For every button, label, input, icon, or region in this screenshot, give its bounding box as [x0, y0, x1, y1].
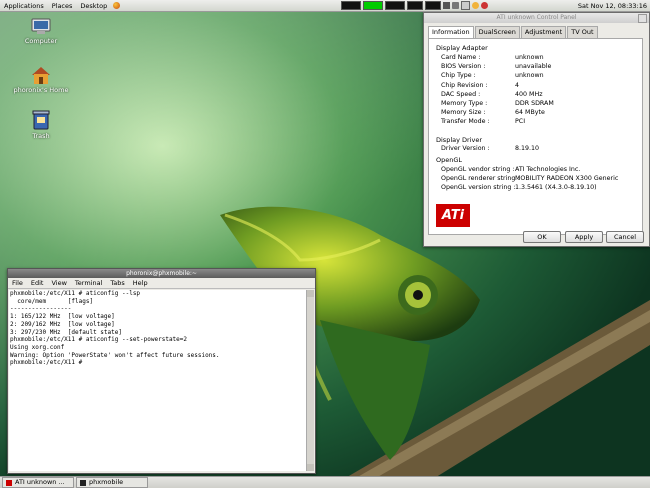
- terminal-line: 2: 209/162 MHz [low voltage]: [10, 320, 115, 328]
- terminal-line: 1: 165/122 MHz [low voltage]: [10, 313, 115, 321]
- terminal-window-icon: [80, 479, 86, 486]
- tab-tv-out[interactable]: TV Out: [567, 26, 598, 38]
- tab-dualscreen[interactable]: DualScreen: [474, 26, 520, 38]
- apply-button[interactable]: Apply: [565, 231, 603, 243]
- terminal-line: Warning: Option 'PowerState' won't affec…: [10, 351, 220, 359]
- cancel-button[interactable]: Cancel: [606, 231, 644, 243]
- window-title: phoronix@phxmobile:~: [126, 270, 197, 277]
- ati-window-icon: [6, 479, 12, 486]
- ati-control-panel-window: ATI unknown Control Panel Information Du…: [423, 12, 650, 247]
- terminal-line: 3: 297/230 MHz [default state]: [10, 328, 122, 336]
- taskbar-item-terminal[interactable]: phxmobile: [76, 477, 148, 488]
- taskbar-item-label: ATI unknown ...: [15, 478, 65, 486]
- desktop-icon-home[interactable]: phoronix's Home: [11, 65, 71, 94]
- info-key: OpenGL version string :: [441, 184, 516, 192]
- info-key: OpenGL vendor string :: [441, 166, 515, 173]
- window-title: ATI unknown Control Panel: [496, 14, 577, 21]
- scroll-up-icon[interactable]: [307, 290, 314, 297]
- system-monitor-applet[interactable]: [341, 1, 362, 10]
- menu-edit[interactable]: Edit: [27, 278, 48, 288]
- network-monitor-applet[interactable]: [407, 1, 424, 10]
- memory-monitor-applet[interactable]: [425, 1, 442, 10]
- info-key: BIOS Version :: [441, 63, 486, 71]
- info-value: 1.3.5461 (X4.3.0-8.19.10): [515, 184, 597, 192]
- cpu-monitor-applet[interactable]: [385, 1, 406, 10]
- terminal-line: core/mem [flags]: [10, 297, 94, 305]
- section-display-adapter: Display Adapter: [436, 44, 488, 52]
- menu-tabs[interactable]: Tabs: [106, 278, 128, 288]
- desktop-icon-computer[interactable]: Computer: [11, 18, 71, 45]
- info-value: 8.19.10: [515, 145, 540, 152]
- taskbar-item-label: phxmobile: [89, 478, 124, 486]
- weather-icon[interactable]: [472, 2, 480, 9]
- info-key: Memory Type :: [441, 100, 488, 107]
- info-value: unknown: [515, 54, 544, 61]
- info-key: Transfer Mode :: [441, 118, 490, 126]
- terminal-line: phxmobile:/etc/X11 #: [10, 359, 86, 367]
- notification-icon[interactable]: [481, 2, 489, 9]
- window-titlebar[interactable]: ATI unknown Control Panel: [424, 13, 649, 23]
- clock[interactable]: Sat Nov 12, 08:33:16: [578, 2, 650, 10]
- desktop-icon-label: Computer: [24, 37, 58, 45]
- info-value: MOBILITY RADEON X300 Generic: [515, 175, 619, 183]
- tab-adjustment[interactable]: Adjustment: [520, 26, 567, 38]
- info-value: unknown: [515, 72, 544, 80]
- info-value: 400 MHz: [515, 90, 543, 98]
- desktop-icon-label: phoronix's Home: [13, 86, 69, 94]
- bottom-panel: ATI unknown ... phxmobile: [0, 476, 650, 488]
- section-display-driver: Display Driver: [436, 136, 483, 144]
- terminal-line: phxmobile:/etc/X11 # aticonfig --set-pow…: [10, 336, 188, 344]
- info-key: Card Name :: [441, 54, 481, 61]
- info-key: Chip Revision :: [441, 81, 488, 89]
- info-value: ATI Technologies Inc.: [515, 166, 581, 173]
- terminal-window: phoronix@phxmobile:~ File Edit View Term…: [7, 268, 316, 474]
- network-icon[interactable]: [443, 2, 451, 9]
- battery-applet[interactable]: [363, 1, 384, 10]
- volume-icon[interactable]: [452, 2, 460, 9]
- menu-help[interactable]: Help: [129, 278, 152, 288]
- home-folder-icon: [32, 67, 50, 84]
- info-key: Chip Type :: [441, 72, 476, 80]
- top-panel: Applications Places Desktop Sat Nov 12, …: [0, 0, 650, 12]
- update-icon[interactable]: [461, 1, 471, 10]
- info-key: DAC Speed :: [441, 90, 481, 98]
- info-key: Driver Version :: [441, 145, 490, 152]
- info-value: DDR SDRAM: [515, 100, 554, 107]
- close-icon[interactable]: [638, 14, 647, 23]
- menu-terminal[interactable]: Terminal: [71, 278, 106, 288]
- terminal-menubar: File Edit View Terminal Tabs Help: [8, 278, 315, 289]
- info-key: Memory Size :: [441, 109, 486, 117]
- desktop-icon-label: Trash: [32, 132, 50, 140]
- window-titlebar[interactable]: phoronix@phxmobile:~: [8, 269, 315, 278]
- menu-file[interactable]: File: [8, 278, 27, 288]
- computer-icon: [31, 18, 51, 34]
- scroll-down-icon[interactable]: [307, 464, 314, 471]
- terminal-output[interactable]: phxmobile:/etc/X11 # aticonfig --lsp cor…: [9, 290, 307, 471]
- menu-view[interactable]: View: [47, 278, 70, 288]
- information-panel: Display Adapter Card Name : unknown BIOS V…: [428, 38, 643, 235]
- terminal-line: -----------------: [10, 305, 72, 313]
- info-value: PCI: [515, 118, 526, 126]
- scrollbar[interactable]: [306, 290, 314, 471]
- info-value: 4: [515, 81, 520, 89]
- info-key: OpenGL renderer string :: [441, 175, 520, 183]
- trash-icon: [32, 110, 50, 130]
- taskbar-item-ati[interactable]: ATI unknown ...: [2, 477, 74, 488]
- ok-button[interactable]: OK: [523, 231, 561, 243]
- ati-logo: ATi: [436, 204, 470, 227]
- terminal-line: Using xorg.conf: [10, 343, 65, 351]
- firefox-launcher-icon[interactable]: [113, 2, 121, 9]
- menu-applications[interactable]: Applications: [0, 2, 48, 10]
- info-value: unavailable: [515, 63, 552, 71]
- terminal-line: phxmobile:/etc/X11 # aticonfig --lsp: [10, 290, 141, 297]
- menu-desktop[interactable]: Desktop: [76, 2, 111, 10]
- menu-places[interactable]: Places: [48, 2, 77, 10]
- section-opengl: OpenGL: [436, 156, 463, 164]
- desktop-icon-trash[interactable]: Trash: [11, 109, 71, 140]
- info-value: 64 MByte: [515, 109, 545, 117]
